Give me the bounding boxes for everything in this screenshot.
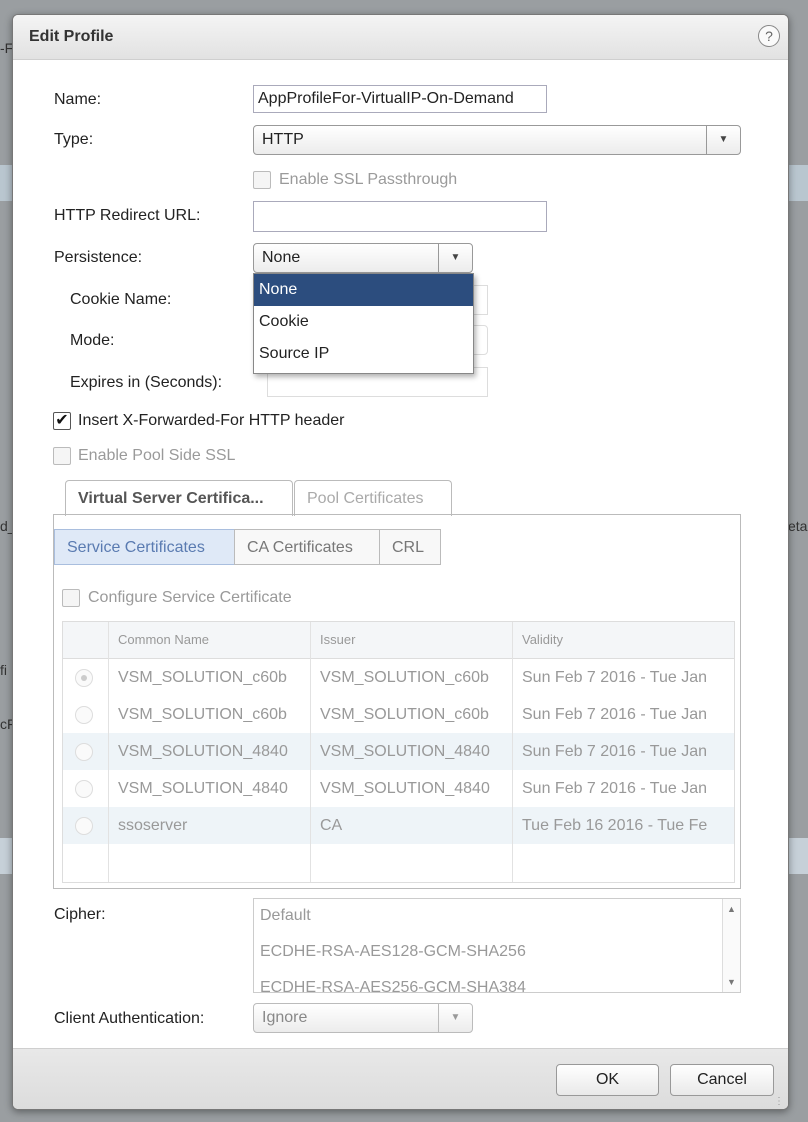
redirect-url-label: HTTP Redirect URL: <box>54 207 201 224</box>
row-radio[interactable] <box>75 743 93 761</box>
cell-common-name: ssoserver <box>118 817 188 834</box>
certificates-table: Common Name Issuer Validity VSM_SOLUTION… <box>62 621 735 883</box>
scroll-down-icon[interactable]: ▼ <box>723 974 740 990</box>
cell-issuer: VSM_SOLUTION_4840 <box>320 743 490 760</box>
chevron-down-icon: ▼ <box>706 126 740 154</box>
cell-issuer: CA <box>320 817 343 834</box>
table-row[interactable]: ssoserver CA Tue Feb 16 2016 - Tue Fe <box>63 807 734 844</box>
cell-issuer: VSM_SOLUTION_c60b <box>320 669 489 686</box>
resize-grip-icon[interactable]: ⋮ <box>774 1096 786 1108</box>
cipher-list[interactable]: Default ECDHE-RSA-AES128-GCM-SHA256 ECDH… <box>253 898 741 993</box>
name-input[interactable]: AppProfileFor-VirtualIP-On-Demand <box>253 85 547 113</box>
cell-validity: Sun Feb 7 2016 - Tue Jan <box>522 743 708 760</box>
persistence-dropdown-list: None Cookie Source IP <box>253 273 474 374</box>
cell-common-name: VSM_SOLUTION_4840 <box>118 780 288 797</box>
type-select[interactable]: HTTP ▼ <box>253 125 741 155</box>
persistence-select[interactable]: None ▼ <box>253 243 473 273</box>
cell-validity: Sun Feb 7 2016 - Tue Jan <box>522 780 708 797</box>
ssl-passthrough-checkbox[interactable] <box>253 171 271 189</box>
scroll-up-icon[interactable]: ▲ <box>723 901 740 917</box>
cipher-scrollbar[interactable]: ▲ ▼ <box>722 899 740 992</box>
cipher-label: Cipher: <box>54 906 106 923</box>
column-divider <box>512 622 513 882</box>
type-select-value: HTTP <box>262 131 304 148</box>
column-divider <box>310 622 311 882</box>
cell-issuer: VSM_SOLUTION_4840 <box>320 780 490 797</box>
ok-button[interactable]: OK <box>556 1064 659 1096</box>
pool-side-ssl-checkbox[interactable] <box>53 447 71 465</box>
persistence-option-cookie[interactable]: Cookie <box>254 306 473 338</box>
cipher-item[interactable]: Default <box>260 907 311 925</box>
cell-validity: Sun Feb 7 2016 - Tue Jan <box>522 706 708 723</box>
client-auth-select[interactable]: Ignore ▼ <box>253 1003 473 1033</box>
table-row[interactable]: VSM_SOLUTION_4840 VSM_SOLUTION_4840 Sun … <box>63 770 734 807</box>
redirect-url-input[interactable] <box>253 201 547 232</box>
help-icon[interactable]: ? <box>758 25 780 47</box>
cell-common-name: VSM_SOLUTION_c60b <box>118 669 287 686</box>
tab-virtual-server-certificates[interactable]: Virtual Server Certifica... <box>65 480 293 516</box>
name-label: Name: <box>54 91 102 108</box>
ssl-passthrough-label: Enable SSL Passthrough <box>279 171 458 188</box>
service-certificates-button[interactable]: Service Certificates <box>54 529 235 565</box>
cell-common-name: VSM_SOLUTION_c60b <box>118 706 287 723</box>
cell-validity: Sun Feb 7 2016 - Tue Jan <box>522 669 708 686</box>
persistence-option-source-ip[interactable]: Source IP <box>254 338 473 370</box>
dialog-title: Edit Profile <box>29 28 114 45</box>
tab-pool-certificates[interactable]: Pool Certificates <box>294 480 452 516</box>
column-header-issuer[interactable]: Issuer <box>320 622 355 658</box>
type-label: Type: <box>54 131 94 148</box>
xff-label: Insert X-Forwarded-For HTTP header <box>78 412 345 429</box>
cookie-name-label: Cookie Name: <box>70 291 172 308</box>
column-header-common-name[interactable]: Common Name <box>118 622 209 658</box>
dialog-titlebar[interactable]: Edit Profile ? <box>13 15 788 60</box>
cell-validity: Tue Feb 16 2016 - Tue Fe <box>522 817 708 834</box>
expires-label: Expires in (Seconds): <box>70 374 223 391</box>
background-text-fragment: eta <box>788 518 808 534</box>
persistence-select-value: None <box>262 249 301 266</box>
background-text-fragment: fi <box>0 662 7 678</box>
edit-profile-dialog: Edit Profile ? Name: AppProfileFor-Virtu… <box>12 14 789 1110</box>
row-radio[interactable] <box>75 780 93 798</box>
client-auth-select-value: Ignore <box>262 1009 308 1026</box>
row-radio[interactable] <box>75 706 93 724</box>
certificates-panel: Service Certificates CA Certificates CRL… <box>53 514 741 889</box>
client-auth-label: Client Authentication: <box>54 1010 205 1027</box>
configure-service-certificate-label: Configure Service Certificate <box>88 589 292 606</box>
table-row[interactable]: VSM_SOLUTION_4840 VSM_SOLUTION_4840 Sun … <box>63 733 734 770</box>
row-radio[interactable] <box>75 817 93 835</box>
dialog-footer: OK Cancel ⋮ <box>13 1048 788 1109</box>
column-divider <box>108 622 109 882</box>
cell-issuer: VSM_SOLUTION_c60b <box>320 706 489 723</box>
table-row[interactable]: VSM_SOLUTION_c60b VSM_SOLUTION_c60b Sun … <box>63 696 734 733</box>
cancel-button[interactable]: Cancel <box>670 1064 774 1096</box>
persistence-option-none[interactable]: None <box>254 274 473 306</box>
pool-side-ssl-label: Enable Pool Side SSL <box>78 447 236 464</box>
cipher-item[interactable]: ECDHE-RSA-AES256-GCM-SHA384 <box>260 979 526 992</box>
ca-certificates-button[interactable]: CA Certificates <box>234 529 380 565</box>
chevron-down-icon: ▼ <box>438 1004 472 1032</box>
chevron-down-icon: ▼ <box>438 244 472 272</box>
cell-common-name: VSM_SOLUTION_4840 <box>118 743 288 760</box>
xff-checkbox[interactable]: ✔ <box>53 412 71 430</box>
cipher-item[interactable]: ECDHE-RSA-AES128-GCM-SHA256 <box>260 943 526 961</box>
crl-button[interactable]: CRL <box>379 529 441 565</box>
configure-service-certificate-checkbox[interactable] <box>62 589 80 607</box>
table-row[interactable]: VSM_SOLUTION_c60b VSM_SOLUTION_c60b Sun … <box>63 659 734 696</box>
persistence-label: Persistence: <box>54 249 143 266</box>
column-header-validity[interactable]: Validity <box>522 622 563 658</box>
row-radio[interactable] <box>75 669 93 687</box>
mode-label: Mode: <box>70 332 115 349</box>
